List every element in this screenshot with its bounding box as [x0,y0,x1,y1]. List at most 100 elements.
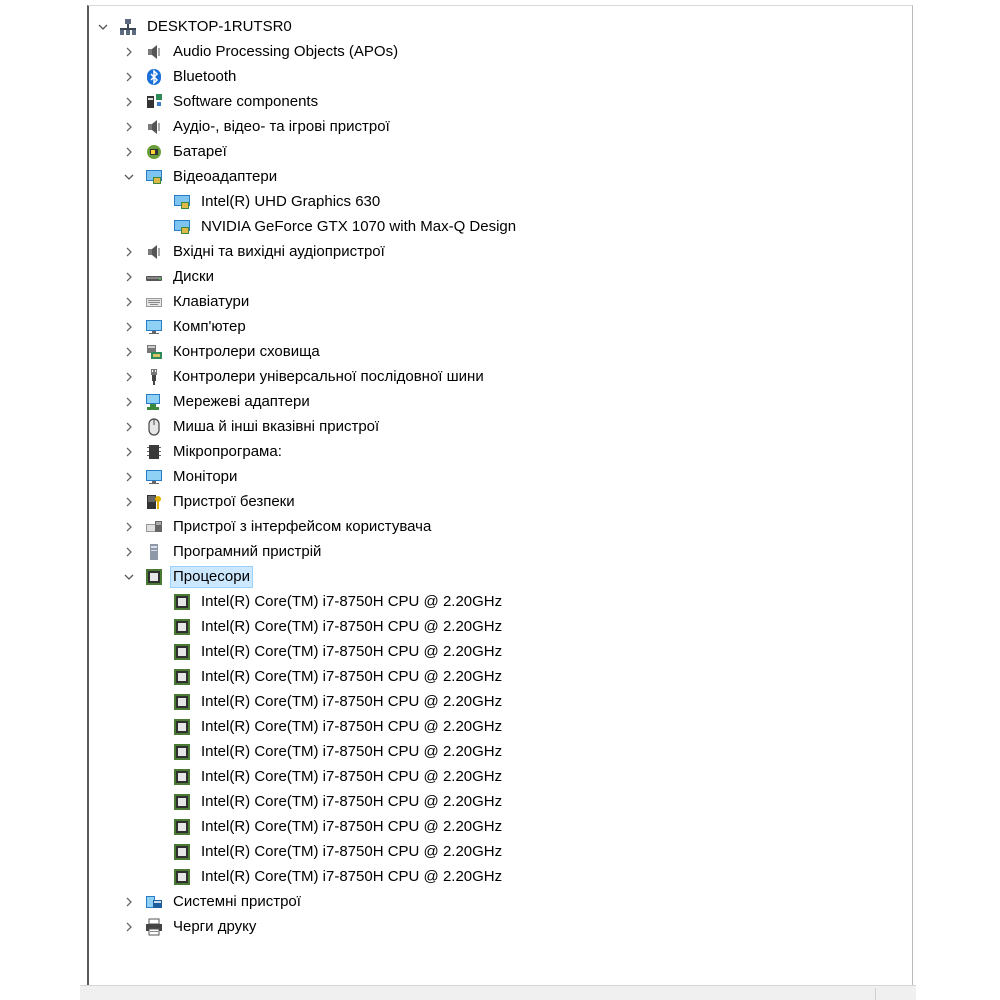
tree-category-apo[interactable]: Audio Processing Objects (APOs) [123,39,400,64]
chevron-right-icon[interactable] [123,546,135,558]
tree-item-label: Вхідні та вихідні аудіопристрої [173,242,385,260]
cpu-icon [173,693,191,711]
tree-category-firmware[interactable]: Мікропрограма: [123,439,284,464]
status-bar [80,985,916,1000]
disk-icon [145,268,163,286]
system-icon [145,893,163,911]
tree-item-label: Intel(R) Core(TM) i7-8750H CPU @ 2.20GHz [201,592,503,610]
chevron-right-icon[interactable] [123,346,135,358]
tree-category-storage[interactable]: Контролери сховища [123,339,322,364]
tree-device-processor[interactable]: Intel(R) Core(TM) i7-8750H CPU @ 2.20GHz [173,589,504,614]
tree-device-processor[interactable]: Intel(R) Core(TM) i7-8750H CPU @ 2.20GHz [173,689,504,714]
chevron-right-icon[interactable] [123,371,135,383]
tree-category-processors[interactable]: Процесори [123,564,253,589]
cpu-icon [173,668,191,686]
chevron-right-icon[interactable] [123,146,135,158]
tree-category-monitors[interactable]: Монітори [123,464,239,489]
tree-category-audio-video-game[interactable]: Аудіо-, відео- та ігрові пристрої [123,114,392,139]
monitor-icon [145,468,163,486]
speaker-icon [145,243,163,261]
monitor-icon [145,318,163,336]
tree-device-display-adapter[interactable]: NVIDIA GeForce GTX 1070 with Max-Q Desig… [173,214,518,239]
cpu-icon [173,868,191,886]
tree-category-bluetooth[interactable]: Bluetooth [123,64,238,89]
tree-device-processor[interactable]: Intel(R) Core(TM) i7-8750H CPU @ 2.20GHz [173,739,504,764]
chevron-right-icon[interactable] [123,496,135,508]
tree-category-mice[interactable]: Миша й інші вказівні пристрої [123,414,381,439]
tree-device-processor[interactable]: Intel(R) Core(TM) i7-8750H CPU @ 2.20GHz [173,864,504,889]
tree-category-network[interactable]: Мережеві адаптери [123,389,312,414]
tree-device-processor[interactable]: Intel(R) Core(TM) i7-8750H CPU @ 2.20GHz [173,614,504,639]
chevron-right-icon[interactable] [123,46,135,58]
chevron-right-icon[interactable] [123,521,135,533]
chevron-down-icon[interactable] [123,171,135,183]
tree-item-label: Audio Processing Objects (APOs) [173,42,399,60]
tree-root-computer[interactable]: DESKTOP-1RUTSR0 [97,14,294,39]
usb-icon [145,368,163,386]
chevron-right-icon[interactable] [123,246,135,258]
chevron-right-icon[interactable] [123,471,135,483]
tree-category-software-device[interactable]: Програмний пристрій [123,539,323,564]
cpu-icon [173,743,191,761]
firmware-icon [145,443,163,461]
tree-device-processor[interactable]: Intel(R) Core(TM) i7-8750H CPU @ 2.20GHz [173,839,504,864]
chevron-right-icon[interactable] [123,421,135,433]
chevron-right-icon[interactable] [123,921,135,933]
tree-category-system[interactable]: Системні пристрої [123,889,303,914]
computer-icon [119,18,137,36]
bluetooth-icon [145,68,163,86]
tree-category-hid[interactable]: Пристрої з інтерфейсом користувача [123,514,433,539]
tree-item-label: Батареї [173,142,227,160]
chevron-right-icon[interactable] [123,446,135,458]
tree-device-processor[interactable]: Intel(R) Core(TM) i7-8750H CPU @ 2.20GHz [173,764,504,789]
tree-item-label: Контролери універсальної послідовної шин… [173,367,484,385]
tree-category-keyboards[interactable]: Клавіатури [123,289,251,314]
tree-device-processor[interactable]: Intel(R) Core(TM) i7-8750H CPU @ 2.20GHz [173,789,504,814]
tree-item-label: Мікропрограма: [173,442,282,460]
storage-icon [145,343,163,361]
tree-item-label: Intel(R) UHD Graphics 630 [201,192,381,210]
chevron-right-icon[interactable] [123,96,135,108]
chevron-down-icon[interactable] [123,571,135,583]
tree-item-label: Клавіатури [173,292,250,310]
tree-category-usb[interactable]: Контролери універсальної послідовної шин… [123,364,486,389]
tree-device-processor[interactable]: Intel(R) Core(TM) i7-8750H CPU @ 2.20GHz [173,664,504,689]
tree-device-processor[interactable]: Intel(R) Core(TM) i7-8750H CPU @ 2.20GHz [173,814,504,839]
cpu-icon [173,643,191,661]
chevron-right-icon[interactable] [123,321,135,333]
device-manager-tree[interactable]: DESKTOP-1RUTSR0 Audio Processing Objects … [87,5,913,985]
tree-item-label: Монітори [173,467,238,485]
tree-category-disks[interactable]: Диски [123,264,216,289]
tree-item-label: Системні пристрої [173,892,301,910]
chevron-right-icon[interactable] [123,271,135,283]
tree-device-display-adapter[interactable]: Intel(R) UHD Graphics 630 [173,189,382,214]
keyboard-icon [145,293,163,311]
tree-item-label: Intel(R) Core(TM) i7-8750H CPU @ 2.20GHz [201,842,503,860]
tree-category-batteries[interactable]: Батареї [123,139,229,164]
tree-item-label: Intel(R) Core(TM) i7-8750H CPU @ 2.20GHz [201,642,503,660]
chevron-right-icon[interactable] [123,121,135,133]
chevron-right-icon[interactable] [123,896,135,908]
tree-item-label: Intel(R) Core(TM) i7-8750H CPU @ 2.20GHz [201,742,503,760]
tree-item-label: Контролери сховища [173,342,320,360]
chevron-down-icon[interactable] [97,21,109,33]
tree-category-software[interactable]: Software components [123,89,320,114]
tree-device-processor[interactable]: Intel(R) Core(TM) i7-8750H CPU @ 2.20GHz [173,714,504,739]
cpu-icon [173,818,191,836]
chevron-right-icon[interactable] [123,296,135,308]
tree-item-label: Intel(R) Core(TM) i7-8750H CPU @ 2.20GHz [201,817,503,835]
tree-category-display[interactable]: Відеоадаптери [123,164,279,189]
tree-item-label: Intel(R) Core(TM) i7-8750H CPU @ 2.20GHz [201,767,503,785]
cpu-icon [173,593,191,611]
cpu-icon [173,793,191,811]
tree-item-label: Пристрої безпеки [173,492,295,510]
chevron-right-icon[interactable] [123,71,135,83]
tree-item-label: Intel(R) Core(TM) i7-8750H CPU @ 2.20GHz [201,692,503,710]
tree-device-processor[interactable]: Intel(R) Core(TM) i7-8750H CPU @ 2.20GHz [173,639,504,664]
tree-category-print-queues[interactable]: Черги друку [123,914,258,939]
chevron-right-icon[interactable] [123,396,135,408]
tree-item-label: Intel(R) Core(TM) i7-8750H CPU @ 2.20GHz [201,617,503,635]
tree-category-audio-io[interactable]: Вхідні та вихідні аудіопристрої [123,239,387,264]
tree-category-computer[interactable]: Комп'ютер [123,314,248,339]
tree-category-security[interactable]: Пристрої безпеки [123,489,297,514]
